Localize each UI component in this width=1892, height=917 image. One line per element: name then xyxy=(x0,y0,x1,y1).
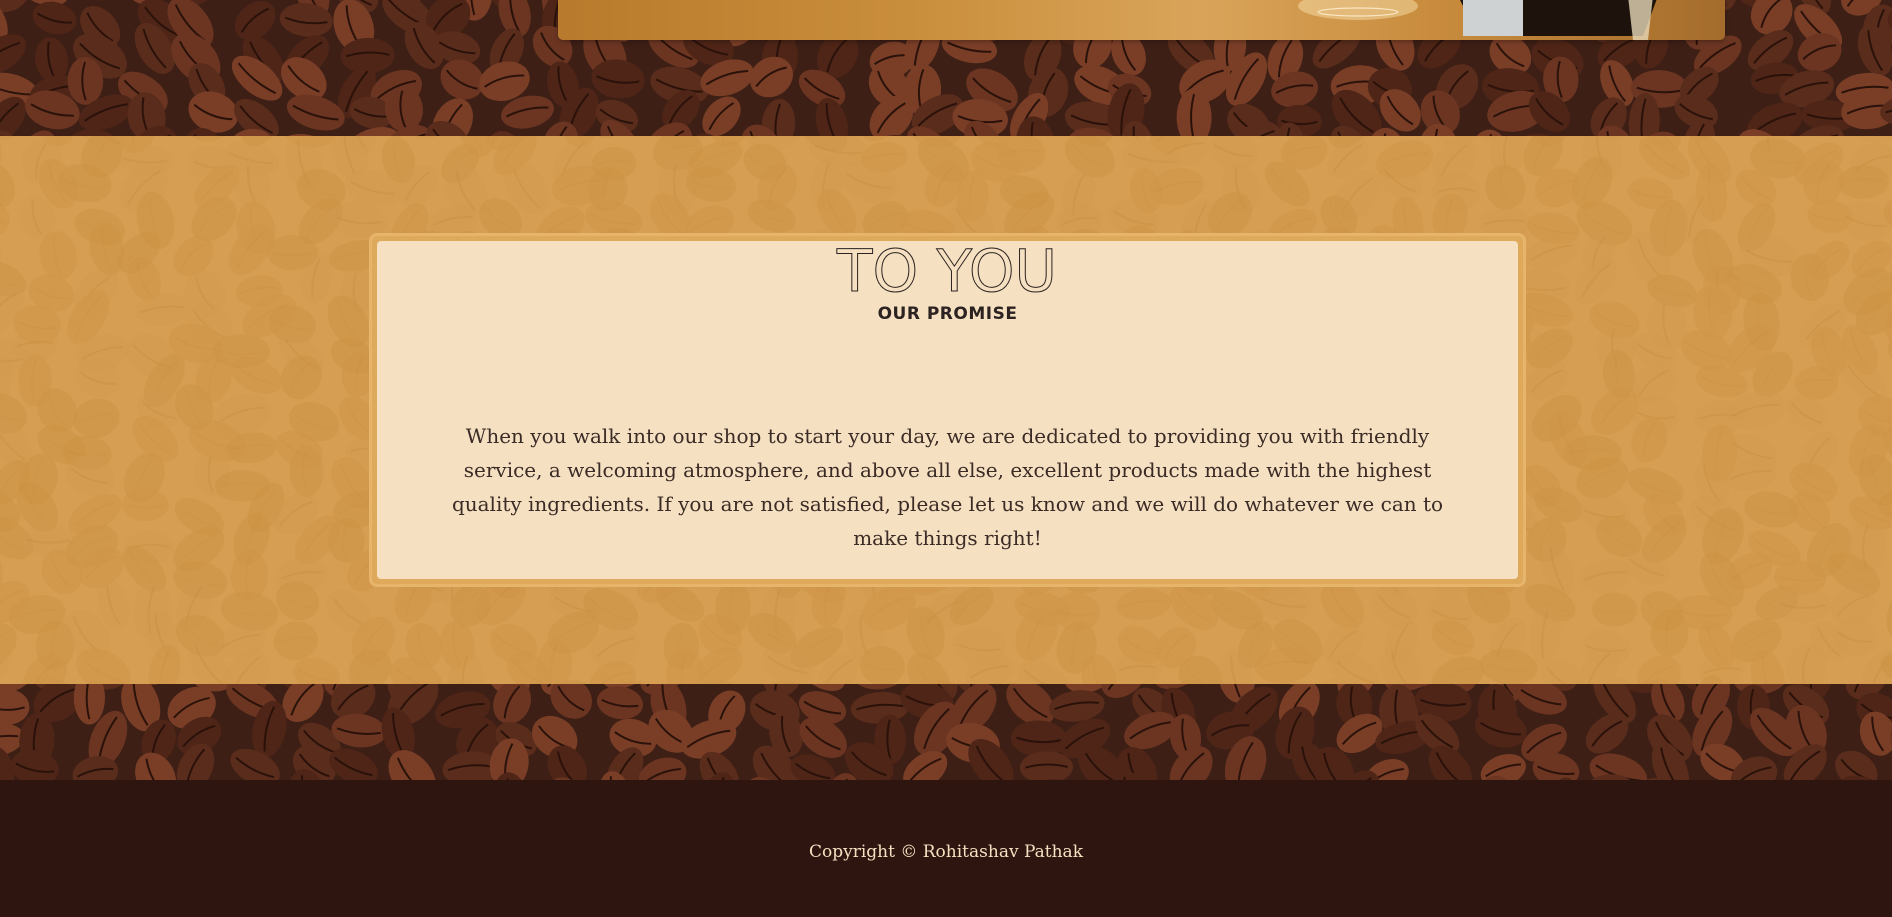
intro-image xyxy=(558,0,1725,40)
copyright-text: Copyright © Rohitashav Pathak xyxy=(809,842,1083,862)
svg-text:TO YOU: TO YOU xyxy=(836,241,1057,301)
bean-pattern xyxy=(0,684,1892,780)
promise-card: OUR PROMISE TO YOU When you walk into ou… xyxy=(377,241,1518,579)
coffee-bean-background-top xyxy=(0,0,1892,136)
coffee-bean-background-bottom xyxy=(0,684,1892,780)
promise-body-text: When you walk into our shop to start you… xyxy=(451,424,1444,550)
promise-section: OUR PROMISE TO YOU When you walk into ou… xyxy=(0,136,1892,684)
section-subtitle: OUR PROMISE xyxy=(877,304,1018,324)
section-title: TO YOU xyxy=(836,241,1058,301)
coffee-cup-image-fragment xyxy=(1298,0,1657,40)
promise-card-frame: OUR PROMISE TO YOU When you walk into ou… xyxy=(369,233,1526,587)
footer: Copyright © Rohitashav Pathak xyxy=(0,780,1892,917)
